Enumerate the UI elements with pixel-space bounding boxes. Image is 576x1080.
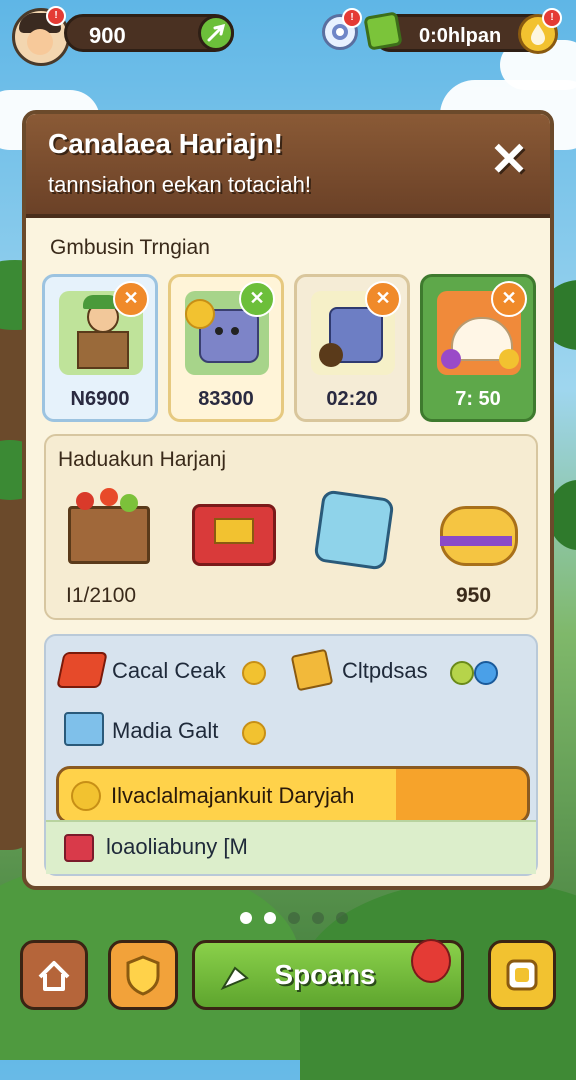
ticket-icon <box>290 648 334 692</box>
red-flag-icon <box>56 652 108 688</box>
page-dot[interactable] <box>312 912 324 924</box>
collect-progress-bar[interactable]: Ilvaclalmajankuit Daryjah <box>56 766 530 824</box>
shield-badge-icon <box>126 955 160 996</box>
gift-icon <box>64 834 94 862</box>
reward-label: Cacal Ceak <box>112 658 226 683</box>
reward-label: Cltpdsas <box>342 658 428 683</box>
reward-label: Madia Galt <box>112 718 219 743</box>
leaf-plus-icon <box>207 23 226 42</box>
coin-value: 900 <box>89 23 126 48</box>
offer-card[interactable]: ✕ N6900 <box>42 274 158 422</box>
bundle-items-box: Haduakun Harjanj I1/2100 950 <box>44 434 538 620</box>
fruit-crate-icon[interactable] <box>60 484 152 566</box>
items-left-value: I1/2100 <box>66 584 137 607</box>
settings-icon <box>506 959 538 991</box>
discount-badge-icon: ✕ <box>491 281 527 317</box>
items-right-value: 950 <box>456 584 492 607</box>
page-dot[interactable] <box>240 912 252 924</box>
top-bar: ! 900 ! 0:0hlpan ! <box>0 0 576 70</box>
menu-button[interactable] <box>488 940 556 1010</box>
offer-price: 02:20 <box>326 388 378 410</box>
coin-icon <box>242 721 266 745</box>
gold-coin-stack-icon[interactable] <box>432 484 524 566</box>
footer-strip: loaoliabuny [M <box>46 820 536 874</box>
page-dot[interactable] <box>336 912 348 924</box>
footer-label: loaoliabuny [M <box>106 834 248 859</box>
close-button[interactable]: ✕ <box>486 136 532 182</box>
coin-icon <box>242 661 266 685</box>
red-chest-icon[interactable] <box>184 484 276 566</box>
home-icon <box>38 961 70 991</box>
add-coins-button[interactable] <box>198 15 234 51</box>
offer-price: 7: 50 <box>455 388 501 410</box>
offer-card[interactable]: ✕ 7: 50 <box>420 274 536 422</box>
blue-box-icon <box>64 712 104 746</box>
section-title-offers: Gmbusin Trngian <box>50 236 210 259</box>
offer-price: 83300 <box>198 388 254 410</box>
offer-card[interactable]: ✕ 83300 <box>168 274 284 422</box>
panel-header: Canalaea Hariajn! tannsiahon eekan totac… <box>26 114 550 218</box>
currency-badge: ! <box>542 8 562 28</box>
page-dot[interactable] <box>264 912 276 924</box>
discount-badge-icon: ✕ <box>113 281 149 317</box>
section-title-bundle: Haduakun Harjanj <box>58 448 227 471</box>
discount-badge-icon: ✕ <box>239 281 275 317</box>
boost-badge: ! <box>342 8 362 28</box>
close-icon: ✕ <box>489 133 529 185</box>
discount-badge-icon: ✕ <box>365 281 401 317</box>
resource-label: 0:0hlpan <box>419 25 502 47</box>
shop-button[interactable] <box>108 940 178 1010</box>
offer-card[interactable]: ✕ 02:20 <box>294 274 410 422</box>
balloon-icon <box>411 939 451 983</box>
green-gem-icon <box>363 11 403 51</box>
play-button[interactable]: Spoans <box>192 939 464 1010</box>
play-label: Spoans <box>274 959 376 990</box>
avatar-notification-badge: ! <box>46 6 66 26</box>
progress-label: Ilvaclalmajankuit Daryjah <box>111 783 355 808</box>
rewards-box: Cacal Ceak Cltpdsas Madia Galt Ilvaclalm… <box>44 634 538 876</box>
home-button[interactable] <box>20 940 88 1010</box>
panel-title: Canalaea Hariajn! <box>48 128 283 159</box>
blue-cube-icon[interactable] <box>308 484 400 571</box>
gem-icon <box>450 661 474 685</box>
coin-icon <box>71 781 101 811</box>
diamond-icon <box>474 661 498 685</box>
page-dot[interactable] <box>288 912 300 924</box>
offer-price: N6900 <box>70 388 130 410</box>
panel-subtitle: tannsiahon eekan totaciah! <box>48 172 311 197</box>
daily-offer-panel: Canalaea Hariajn! tannsiahon eekan totac… <box>22 110 554 890</box>
